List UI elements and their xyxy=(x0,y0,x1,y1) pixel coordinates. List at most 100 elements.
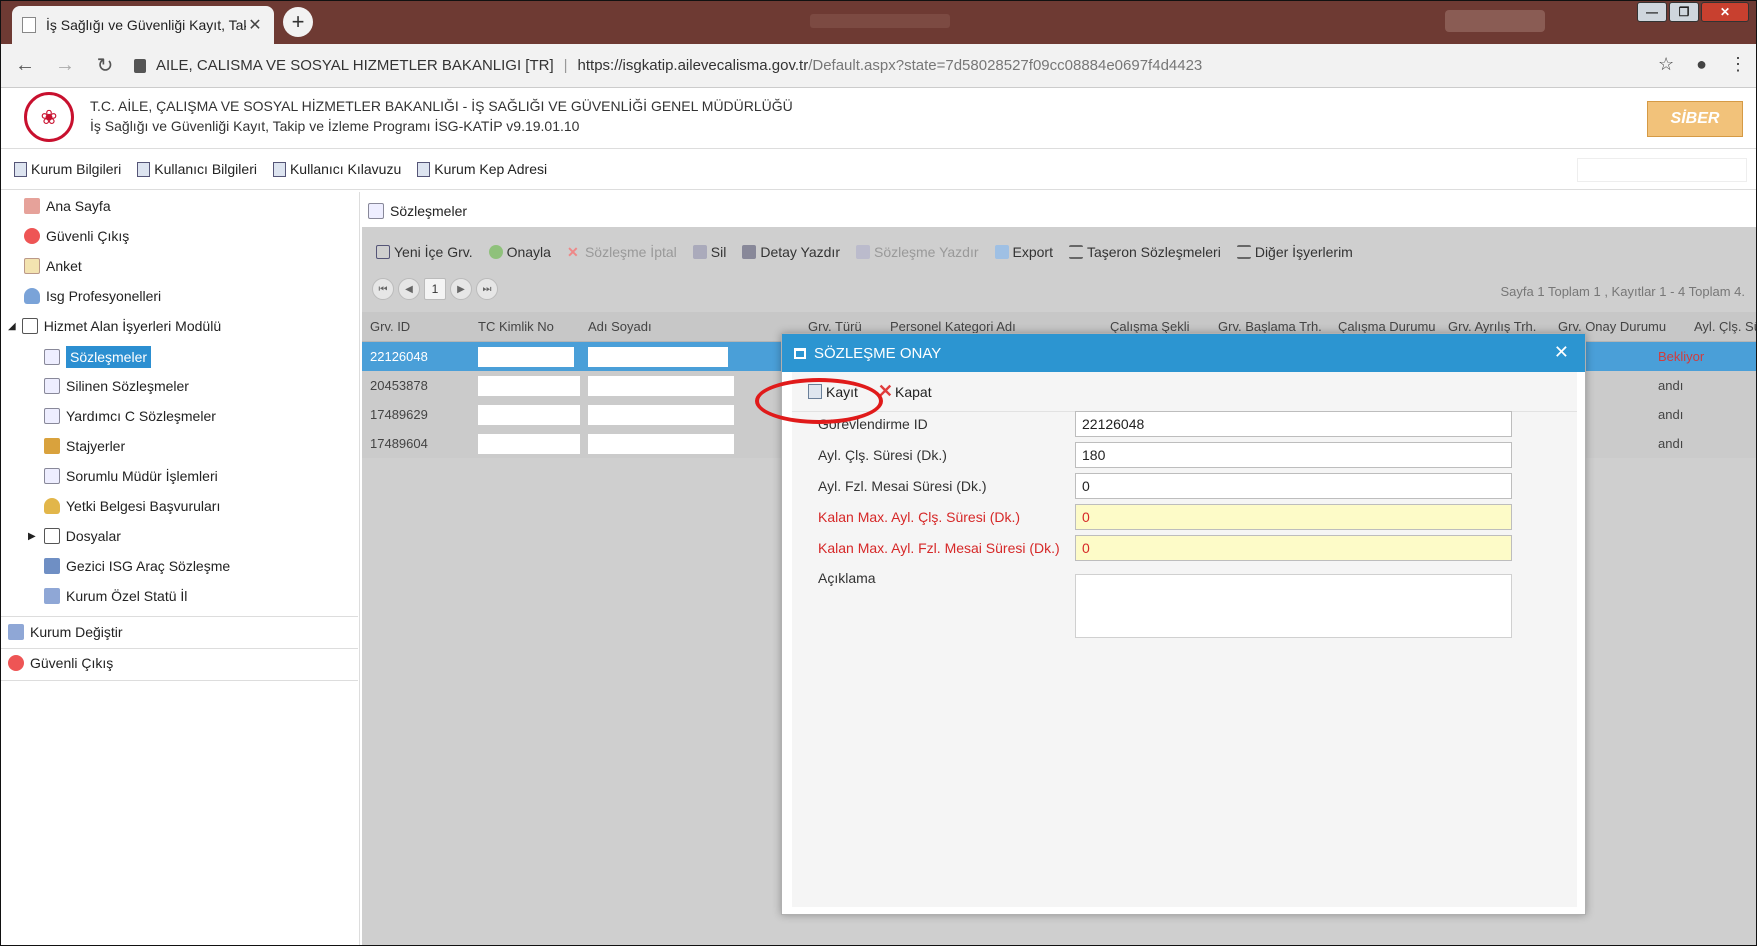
cell-name-redacted xyxy=(580,346,800,367)
printer-icon xyxy=(742,245,757,259)
sidebar-item-label: Gezici ISG Araç Sözleşme xyxy=(66,558,231,574)
remaining-max-work-field[interactable]: 0 xyxy=(1075,504,1512,530)
sidebar-item-hizmet-alan-isyerleri[interactable]: ◢ Hizmet Alan İşyerleri Modülü xyxy=(8,318,221,334)
sidebar-item-label: Hizmet Alan İşyerleri Modülü xyxy=(43,318,222,334)
url-host: https://isgkatip.ailevecalisma.gov.tr xyxy=(577,57,809,74)
sidebar-item-gezici-isg[interactable]: Gezici ISG Araç Sözleşme xyxy=(44,558,230,574)
toolbar-label: Onayla xyxy=(506,244,551,260)
header-title: T.C. AİLE, ÇALIŞMA VE SOSYAL HİZMETLER B… xyxy=(90,98,793,114)
profile-icon[interactable]: ● xyxy=(1696,54,1707,75)
expand-arrow-icon[interactable]: ▶ xyxy=(28,531,36,542)
menu-icon[interactable]: ⋮ xyxy=(1729,54,1747,75)
column-header[interactable]: Çalışma Şekli xyxy=(1102,319,1210,334)
window-close-button[interactable]: ✕ xyxy=(1701,2,1749,22)
column-header[interactable]: TC Kimlik No xyxy=(470,319,580,334)
highlight-circle xyxy=(755,378,883,424)
column-header[interactable]: Grv. Onay Durumu xyxy=(1550,319,1686,334)
first-page-icon[interactable]: ⏮ xyxy=(372,278,394,300)
print-detail-button[interactable]: Detay Yazdır xyxy=(742,244,840,260)
minimize-button[interactable]: — xyxy=(1637,2,1667,22)
current-page[interactable]: 1 xyxy=(424,278,446,300)
column-header[interactable]: Çalışma Durumu xyxy=(1330,319,1440,334)
remaining-max-overtime-field[interactable]: 0 xyxy=(1075,535,1512,561)
url-field[interactable]: AILE, CALISMA VE SOSYAL HIZMETLER BAKANL… xyxy=(134,57,1202,74)
back-icon[interactable]: ← xyxy=(10,54,40,77)
document-icon xyxy=(44,349,60,365)
sidebar-item-label: Sorumlu Müdür İşlemleri xyxy=(66,468,218,484)
column-header[interactable]: Grv. ID xyxy=(362,319,470,334)
new-tab-button[interactable]: + xyxy=(283,7,313,37)
sidebar-item-label: Ana Sayfa xyxy=(46,198,111,214)
sidebar-item-anket[interactable]: Anket xyxy=(24,258,82,274)
forward-icon[interactable]: → xyxy=(50,54,80,77)
page-info: Sayfa 1 Toplam 1 , Kayıtlar 1 - 4 Toplam… xyxy=(1500,284,1745,299)
sidebar-item-label: Kurum Özel Statü İl xyxy=(66,588,188,604)
column-header[interactable]: Adı Soyadı xyxy=(580,319,800,334)
star-icon[interactable]: ☆ xyxy=(1658,54,1674,75)
cell-tc-redacted xyxy=(470,375,580,396)
close-button[interactable]: ✕ Kapat xyxy=(878,381,932,402)
next-page-icon[interactable]: ▶ xyxy=(450,278,472,300)
user-icon xyxy=(24,288,40,304)
approve-button[interactable]: Onayla xyxy=(488,244,551,260)
column-header[interactable]: Grv. Ayrılış Trh. xyxy=(1440,319,1550,334)
new-assignment-button[interactable]: Yeni İçe Grv. xyxy=(376,244,473,260)
sidebar-item-sozlesmeler[interactable]: Sözleşmeler xyxy=(44,346,152,368)
sidebar-item-label: Dosyalar xyxy=(65,528,121,544)
sidebar-item-silinen-sozlesmeler[interactable]: Silinen Sözleşmeler xyxy=(44,378,189,394)
page-icon xyxy=(22,17,36,33)
sidebar-item-stajyerler[interactable]: Stajyerler xyxy=(44,438,125,454)
other-workplaces-button[interactable]: Diğer İşyerlerim xyxy=(1236,244,1353,260)
browser-tab[interactable]: İş Sağlığı ve Güvenliği Kayıt, Takip ✕ xyxy=(12,6,274,44)
sidebar-item-label: Stajyerler xyxy=(66,438,126,454)
column-header[interactable]: Grv. Başlama Trh. xyxy=(1210,319,1330,334)
sidebar-item-yardimci-c-sozlesmeler[interactable]: Yardımcı C Sözleşmeler xyxy=(44,408,216,424)
reload-icon[interactable]: ↻ xyxy=(90,53,120,78)
close-tab-icon[interactable]: ✕ xyxy=(246,15,264,35)
last-page-icon[interactable]: ⏭ xyxy=(476,278,498,300)
subcontractor-contracts-button[interactable]: Taşeron Sözleşmeleri xyxy=(1068,244,1221,260)
column-header[interactable]: Grv. Türü xyxy=(800,319,882,334)
delete-button[interactable]: Sil xyxy=(692,244,726,260)
toolbar-label: Taşeron Sözleşmeleri xyxy=(1086,244,1221,260)
divider xyxy=(0,616,358,617)
menu-kurum-bilgileri[interactable]: Kurum Bilgileri xyxy=(14,161,121,177)
sidebar-item-dosyalar[interactable]: ▶ Dosyalar xyxy=(28,528,121,544)
browser-actions: ☆ ● ⋮ xyxy=(1658,54,1747,75)
column-header[interactable]: Ayl. Çlş. Sü xyxy=(1686,319,1757,334)
sidebar-item-sorumlu-mudur[interactable]: Sorumlu Müdür İşlemleri xyxy=(44,468,218,484)
menu-search-box[interactable] xyxy=(1577,158,1747,182)
monthly-work-minutes-field[interactable]: 180 xyxy=(1075,442,1512,468)
sidebar-item-yetki-belgesi[interactable]: Yetki Belgesi Başvuruları xyxy=(44,498,220,514)
sidebar-item-kurum-ozel-statu[interactable]: Kurum Özel Statü İl xyxy=(44,588,187,604)
sidebar-item-guvenli-cikis-bottom[interactable]: Güvenli Çıkış xyxy=(8,655,113,671)
column-header[interactable]: Personel Kategori Adı xyxy=(882,319,1102,334)
print-contract-button[interactable]: Sözleşme Yazdır xyxy=(855,244,979,260)
expand-arrow-icon[interactable]: ◢ xyxy=(8,321,16,332)
menu-kullanici-kilavuzu[interactable]: Kullanıcı Kılavuzu xyxy=(272,161,401,177)
sidebar-item-isg-profesyonelleri[interactable]: Isg Profesyonelleri xyxy=(24,288,161,304)
browser-tab-bar: İş Sağlığı ve Güvenliği Kayıt, Takip ✕ +… xyxy=(0,0,1757,44)
contract-approval-dialog: SÖZLEŞME ONAY ✕ Kayıt ✕ Kapat Görevlendir… xyxy=(781,333,1586,915)
sidebar-item-guvenli-cikis[interactable]: Güvenli Çıkış xyxy=(24,228,129,244)
list-icon xyxy=(1236,245,1251,259)
clipboard-icon xyxy=(24,258,40,274)
sidebar-item-label: Güvenli Çıkış xyxy=(46,228,130,244)
sidebar-item-ana-sayfa[interactable]: Ana Sayfa xyxy=(24,198,111,214)
prev-page-icon[interactable]: ◀ xyxy=(398,278,420,300)
sidebar-item-kurum-degistir[interactable]: Kurum Değiştir xyxy=(8,624,123,640)
grid-toolbar: Yeni İçe Grv. Onayla ✕ Sözleşme İptal Sil… xyxy=(362,232,1757,272)
sidebar-item-label: Isg Profesyonelleri xyxy=(46,288,162,304)
ministry-logo: ❀ xyxy=(24,92,74,142)
export-button[interactable]: Export xyxy=(994,244,1053,260)
assignment-id-field[interactable]: 22126048 xyxy=(1075,411,1512,437)
menu-label: Kurum Kep Adresi xyxy=(434,161,548,177)
description-textarea[interactable] xyxy=(1075,574,1512,638)
monthly-overtime-minutes-field[interactable]: 0 xyxy=(1075,473,1512,499)
dialog-close-icon[interactable]: ✕ xyxy=(1554,342,1569,363)
cancel-contract-button[interactable]: ✕ Sözleşme İptal xyxy=(567,244,677,260)
menu-kullanici-bilgileri[interactable]: Kullanıcı Bilgileri xyxy=(137,161,257,177)
menu-kurum-kep-adresi[interactable]: Kurum Kep Adresi xyxy=(417,161,547,177)
menu-bar: Kurum Bilgileri Kullanıcı Bilgileri Kull… xyxy=(0,148,1757,190)
maximize-button[interactable]: ❐ xyxy=(1669,2,1699,22)
